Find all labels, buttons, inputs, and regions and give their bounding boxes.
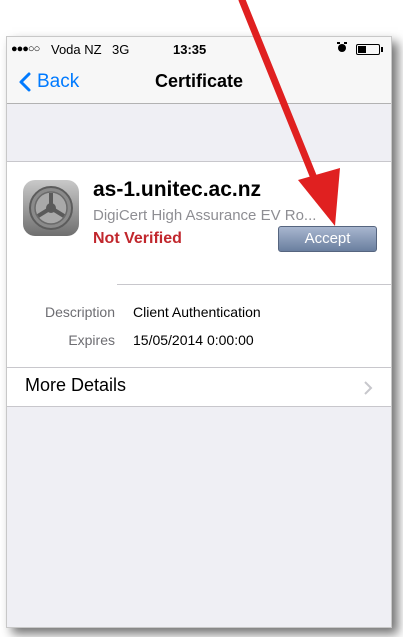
expires-label: Expires bbox=[68, 332, 115, 348]
battery-icon bbox=[356, 44, 383, 55]
settings-gear-icon bbox=[23, 180, 79, 236]
certificate-panel: as-1.unitec.ac.nz DigiCert High Assuranc… bbox=[7, 161, 391, 407]
signal-strength-indicator: ●●●○○ bbox=[11, 43, 40, 55]
certificate-issuer: DigiCert High Assurance EV Ro... bbox=[93, 207, 317, 224]
expires-value: 15/05/2014 0:00:00 bbox=[133, 332, 254, 348]
more-details-label: More Details bbox=[25, 375, 127, 395]
more-details-row[interactable]: More Details bbox=[7, 368, 391, 406]
divider bbox=[117, 284, 391, 285]
navigation-bar: Back Certificate bbox=[7, 61, 391, 104]
status-bar: ●●●○○ Voda NZ 3G 13:35 bbox=[7, 37, 391, 61]
accept-button[interactable]: Accept bbox=[278, 226, 377, 252]
verification-status: Not Verified bbox=[93, 230, 182, 247]
status-time: 13:35 bbox=[173, 42, 207, 57]
description-value: Client Authentication bbox=[133, 304, 261, 320]
description-label: Description bbox=[44, 304, 115, 320]
chevron-right-icon bbox=[364, 381, 373, 395]
alarm-icon bbox=[337, 42, 347, 56]
network-type: 3G bbox=[112, 42, 130, 57]
certificate-name: as-1.unitec.ac.nz bbox=[93, 178, 262, 201]
carrier-name: Voda NZ bbox=[51, 42, 102, 57]
phone-screen: ●●●○○ Voda NZ 3G 13:35 Back Certificate bbox=[6, 36, 392, 628]
page-title: Certificate bbox=[154, 71, 244, 91]
